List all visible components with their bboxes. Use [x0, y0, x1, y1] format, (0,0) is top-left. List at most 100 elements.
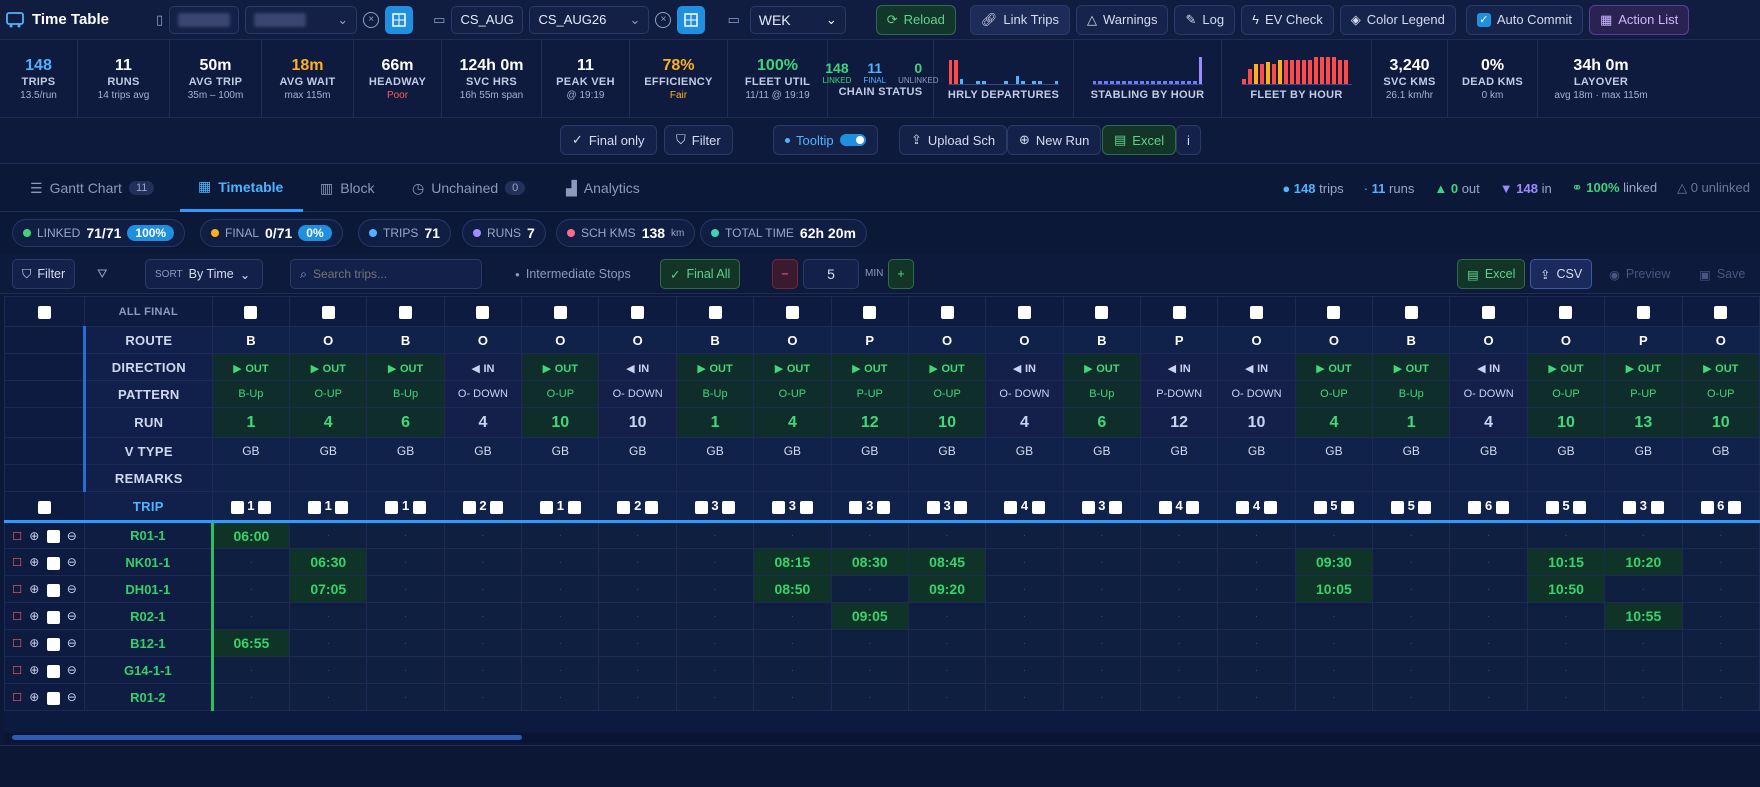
checkbox[interactable]: [230, 500, 244, 514]
empty-time-cell[interactable]: ·: [1681, 575, 1760, 603]
empty-time-cell[interactable]: ·: [1526, 521, 1606, 549]
color-legend-button[interactable]: ◈ Color Legend: [1339, 4, 1456, 35]
horizontal-scrollbar[interactable]: [4, 733, 1760, 743]
empty-time-cell[interactable]: ·: [443, 683, 523, 711]
remarks-cell[interactable]: [1139, 464, 1219, 492]
checkbox[interactable]: [1418, 500, 1432, 514]
empty-time-cell[interactable]: ·: [211, 683, 291, 711]
empty-time-cell[interactable]: ·: [907, 602, 987, 630]
empty-time-cell[interactable]: ·: [443, 602, 523, 630]
checkbox[interactable]: [1172, 306, 1186, 320]
empty-time-cell[interactable]: ·: [521, 602, 600, 630]
empty-time-cell[interactable]: ·: [1062, 629, 1141, 657]
grid-view-button[interactable]: [385, 5, 414, 34]
checkbox[interactable]: [1263, 500, 1277, 514]
time-cell[interactable]: 08:30: [830, 548, 909, 576]
empty-time-cell[interactable]: ·: [907, 683, 987, 711]
empty-time-cell[interactable]: ·: [985, 656, 1064, 684]
final-checkbox-cell[interactable]: [1681, 296, 1760, 327]
empty-time-cell[interactable]: ·: [1604, 683, 1683, 711]
empty-time-cell[interactable]: ·: [675, 521, 755, 549]
auto-commit-toggle[interactable]: ✓ Auto Commit: [1465, 4, 1583, 35]
region-select[interactable]: [169, 5, 240, 34]
empty-time-cell[interactable]: ·: [1062, 683, 1141, 711]
remarks-cell[interactable]: [1062, 464, 1141, 492]
remove-stop-icon[interactable]: ⊖: [67, 663, 77, 677]
checkbox[interactable]: [799, 500, 813, 514]
empty-time-cell[interactable]: ·: [1604, 521, 1683, 549]
empty-time-cell[interactable]: ·: [443, 575, 523, 603]
empty-time-cell[interactable]: ·: [1217, 656, 1296, 684]
empty-time-cell[interactable]: ·: [1604, 575, 1683, 603]
empty-time-cell[interactable]: ·: [1372, 521, 1451, 549]
excel-button[interactable]: ▤ Excel: [1102, 125, 1177, 155]
schedule-select[interactable]: CS_AUG: [451, 5, 524, 34]
final-checkbox-cell[interactable]: [1062, 296, 1141, 327]
search-trips-box[interactable]: ⌕: [290, 259, 482, 289]
empty-time-cell[interactable]: ·: [985, 683, 1064, 711]
checkbox[interactable]: [1727, 500, 1741, 514]
checkbox[interactable]: [307, 500, 321, 514]
remarks-cell[interactable]: [830, 464, 909, 492]
empty-time-cell[interactable]: ·: [1217, 575, 1296, 603]
checkbox[interactable]: [954, 500, 968, 514]
delete-icon[interactable]: ☐: [12, 557, 22, 569]
empty-time-cell[interactable]: ·: [1217, 521, 1296, 549]
empty-time-cell[interactable]: ·: [211, 656, 291, 684]
save-button[interactable]: ▣ Save: [1690, 259, 1754, 289]
final-checkbox-cell[interactable]: [366, 296, 445, 327]
empty-time-cell[interactable]: ·: [443, 629, 523, 657]
empty-time-cell[interactable]: ·: [1372, 629, 1451, 657]
empty-time-cell[interactable]: ·: [1139, 656, 1219, 684]
depot-select[interactable]: ⌄: [245, 5, 358, 34]
checkbox[interactable]: [1559, 306, 1573, 320]
grid-view-button[interactable]: [677, 5, 706, 34]
checkbox[interactable]: [462, 500, 476, 514]
empty-time-cell[interactable]: ·: [830, 656, 909, 684]
empty-time-cell[interactable]: ·: [830, 683, 909, 711]
time-cell[interactable]: 06:30: [289, 548, 368, 576]
final-only-button[interactable]: ✓ Final only: [560, 125, 657, 155]
final-checkbox-cell[interactable]: [1139, 296, 1219, 327]
remarks-cell[interactable]: [598, 464, 677, 492]
checkbox[interactable]: [37, 306, 51, 320]
empty-time-cell[interactable]: ·: [1681, 629, 1760, 657]
search-input[interactable]: [313, 267, 464, 281]
clear-filter-button[interactable]: ⛛: [88, 259, 117, 289]
clear-icon[interactable]: ×: [655, 11, 672, 28]
tooltip-toggle[interactable]: Tooltip: [773, 125, 878, 155]
add-stop-icon[interactable]: ⊕: [29, 663, 39, 677]
checkbox[interactable]: [385, 500, 399, 514]
checkbox[interactable]: [1482, 306, 1496, 320]
empty-time-cell[interactable]: ·: [1062, 521, 1141, 549]
time-cell[interactable]: 10:20: [1604, 548, 1683, 576]
csv-button[interactable]: ⇪ CSV: [1530, 259, 1593, 289]
remarks-cell[interactable]: [521, 464, 600, 492]
grid-filter-button[interactable]: ⛉ Filter: [12, 259, 76, 289]
final-checkbox-cell[interactable]: [830, 296, 909, 327]
empty-time-cell[interactable]: ·: [675, 656, 755, 684]
empty-time-cell[interactable]: ·: [598, 602, 677, 630]
remarks-cell[interactable]: [1217, 464, 1296, 492]
remarks-cell[interactable]: [366, 464, 445, 492]
time-cell[interactable]: 07:05: [289, 575, 368, 603]
empty-time-cell[interactable]: ·: [985, 521, 1064, 549]
tab-unchained[interactable]: ◷ Unchained 0: [412, 164, 526, 212]
checkbox[interactable]: [617, 500, 631, 514]
empty-time-cell[interactable]: ·: [675, 548, 755, 576]
final-checkbox-cell[interactable]: [1294, 296, 1374, 327]
empty-time-cell[interactable]: ·: [598, 683, 677, 711]
empty-time-cell[interactable]: ·: [985, 629, 1064, 657]
checkbox[interactable]: [244, 306, 258, 320]
final-checkbox-cell[interactable]: [1372, 296, 1451, 327]
checkbox[interactable]: [1250, 306, 1264, 320]
ev-check-button[interactable]: ϟ EV Check: [1241, 4, 1334, 35]
empty-time-cell[interactable]: ·: [211, 575, 291, 603]
empty-time-cell[interactable]: ·: [985, 548, 1064, 576]
checkbox[interactable]: [1573, 500, 1587, 514]
checkbox[interactable]: [644, 500, 658, 514]
checkbox[interactable]: [46, 664, 60, 678]
link-trips-button[interactable]: 🔗︎ Link Trips: [969, 4, 1071, 35]
remarks-cell[interactable]: [1372, 464, 1451, 492]
warnings-button[interactable]: △ Warnings: [1076, 4, 1169, 35]
